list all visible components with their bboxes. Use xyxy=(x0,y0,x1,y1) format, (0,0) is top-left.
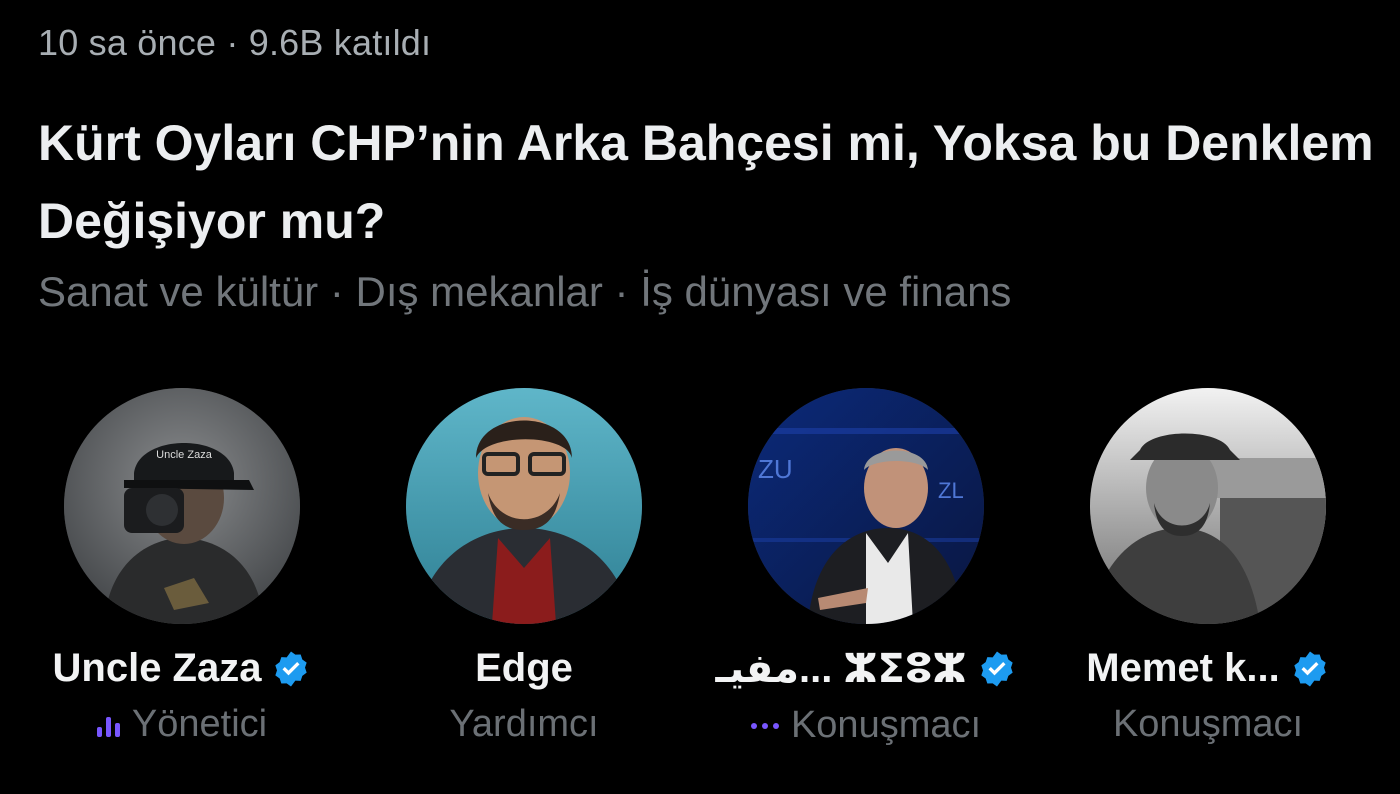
space-title: Kürt Oyları CHP’nin Arka Bahçesi mi, Yok… xyxy=(38,115,1374,249)
participant-role: Yönetici xyxy=(131,703,268,745)
participant-name: Uncle Zaza xyxy=(52,646,262,690)
verified-badge-icon xyxy=(271,649,311,689)
participant-name: Memet k... xyxy=(1086,646,1280,690)
svg-text:ZU: ZU xyxy=(758,454,793,484)
participant-role: Konuşmacı xyxy=(1112,703,1304,745)
participant-name: مفيـ... ⵣⵉⵓⵣ xyxy=(715,647,967,691)
participant-card[interactable]: Edge Yardımcı xyxy=(354,388,694,768)
avatar[interactable]: ZU ZL xyxy=(748,388,984,624)
participant-card[interactable]: Memet k... Konuşmacı xyxy=(1038,388,1378,768)
verified-badge-icon xyxy=(977,649,1017,689)
participant-card[interactable]: ZU ZL مفيـ... ⵣⵉⵓⵣ Konuşmacı xyxy=(696,388,1036,768)
idle-dots-icon xyxy=(750,722,779,729)
participant-role: Konuşmacı xyxy=(790,704,982,746)
participant-card[interactable]: Uncle Zaza Uncle Zaza Yönetici xyxy=(12,388,352,768)
participants-list: Uncle Zaza Uncle Zaza Yönetici Edge Yard… xyxy=(0,388,1400,768)
avatar[interactable] xyxy=(1090,388,1326,624)
participant-name: Edge xyxy=(475,646,573,690)
space-topics: Sanat ve kültür · Dış mekanlar · İş düny… xyxy=(38,268,1012,315)
space-meta: 10 sa önce · 9.6B katıldı xyxy=(38,22,432,63)
speaking-bars-icon xyxy=(96,713,120,737)
avatar-cap-text: Uncle Zaza xyxy=(156,449,213,461)
avatar[interactable]: Uncle Zaza xyxy=(64,388,300,624)
svg-text:ZL: ZL xyxy=(938,478,964,503)
verified-badge-icon xyxy=(1290,649,1330,689)
avatar[interactable] xyxy=(406,388,642,624)
participant-role: Yardımcı xyxy=(449,703,599,745)
